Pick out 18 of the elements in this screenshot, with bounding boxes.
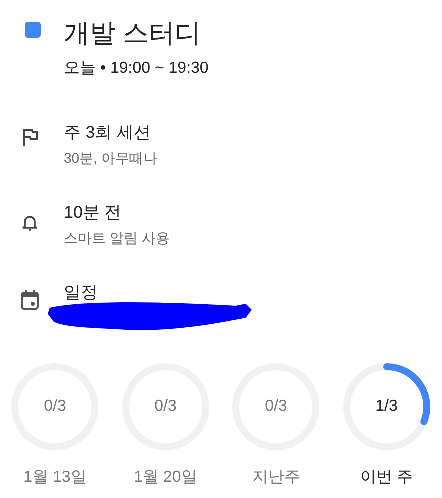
detail-title: 주 3회 세션 — [64, 122, 152, 144]
session-count: 0/3 — [154, 397, 177, 417]
detail-title: 10분 전 — [64, 202, 123, 224]
week-label: 이번 주 — [360, 468, 413, 488]
calendar-icon — [21, 290, 39, 310]
detail-title: 일정 — [64, 282, 98, 304]
week-label: 1월 13일 — [24, 468, 87, 488]
week-label: 지난주 — [252, 468, 300, 488]
event-title: 개발 스터디 — [64, 17, 202, 50]
bell-icon — [22, 214, 38, 232]
event-time: 오늘 • 19:00 ~ 19:30 — [64, 59, 209, 79]
session-count: 1/3 — [376, 397, 398, 417]
flag-icon — [22, 128, 38, 146]
detail-subtitle: 30분, 아무때나 — [64, 149, 158, 168]
session-count: 0/3 — [265, 397, 288, 417]
session-count: 0/3 — [44, 397, 66, 417]
detail-subtitle: 스마트 알림 사용 — [64, 229, 170, 248]
week-label: 1월 20일 — [134, 468, 198, 488]
